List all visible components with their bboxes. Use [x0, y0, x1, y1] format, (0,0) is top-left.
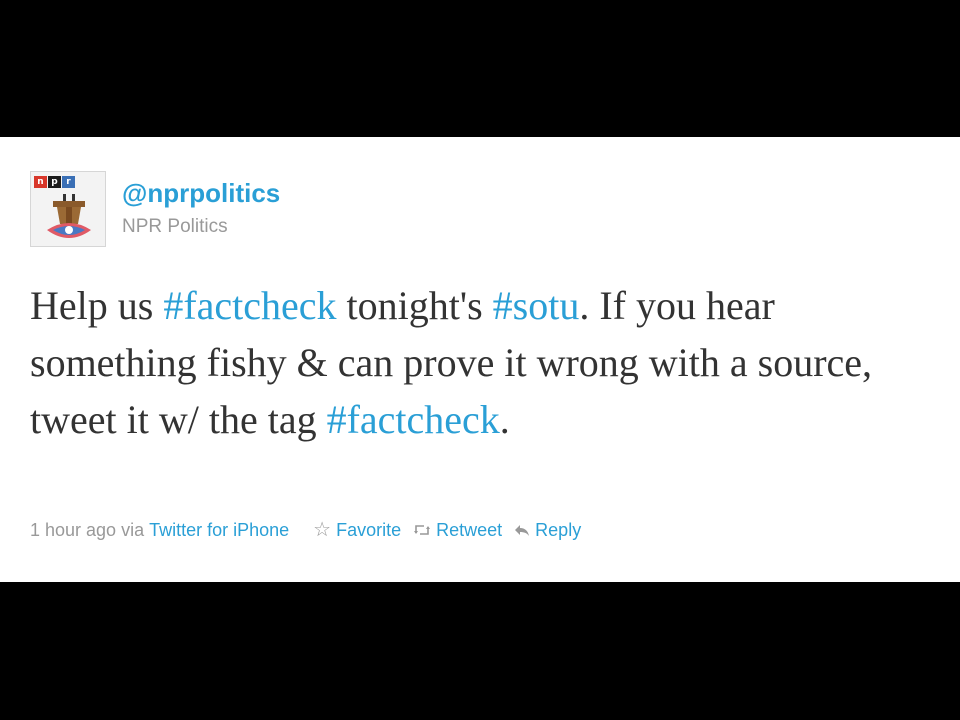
timestamp-link[interactable]: 1 hour ago: [30, 520, 116, 541]
tweet-text-segment: tonight's: [336, 283, 493, 328]
tweet-text: Help us #factcheck tonight's #sotu. If y…: [30, 277, 910, 448]
tweet-text-segment: Help us: [30, 283, 164, 328]
favorite-button[interactable]: ☆ Favorite: [313, 520, 401, 541]
retweet-label: Retweet: [436, 519, 503, 540]
retweet-button[interactable]: Retweet: [413, 520, 502, 541]
tweet-actions: ☆ Favorite Retweet Reply: [313, 520, 593, 541]
star-icon: ☆: [313, 519, 332, 541]
tweet-card: n p r @nprpolitics NPR Politics Help us …: [0, 137, 960, 582]
avatar[interactable]: n p r: [30, 171, 106, 247]
tweet-text-segment: .: [499, 397, 510, 442]
source-link[interactable]: Twitter for iPhone: [149, 520, 289, 541]
reply-button[interactable]: Reply: [514, 520, 581, 541]
via-label: via: [121, 519, 145, 540]
hashtag-link[interactable]: #factcheck: [163, 283, 336, 328]
hashtag-link[interactable]: #factcheck: [327, 397, 500, 442]
favorite-label: Favorite: [336, 519, 402, 540]
display-name: NPR Politics: [122, 216, 228, 237]
reply-icon: [514, 523, 530, 537]
hashtag-link[interactable]: #sotu: [493, 283, 580, 328]
tweet-meta: 1 hour ago via Twitter for iPhone ☆ Favo…: [30, 517, 593, 543]
screen-name[interactable]: @nprpolitics: [122, 177, 280, 209]
podium-icon: [47, 194, 91, 238]
reply-label: Reply: [535, 519, 582, 540]
retweet-icon: [413, 523, 431, 537]
